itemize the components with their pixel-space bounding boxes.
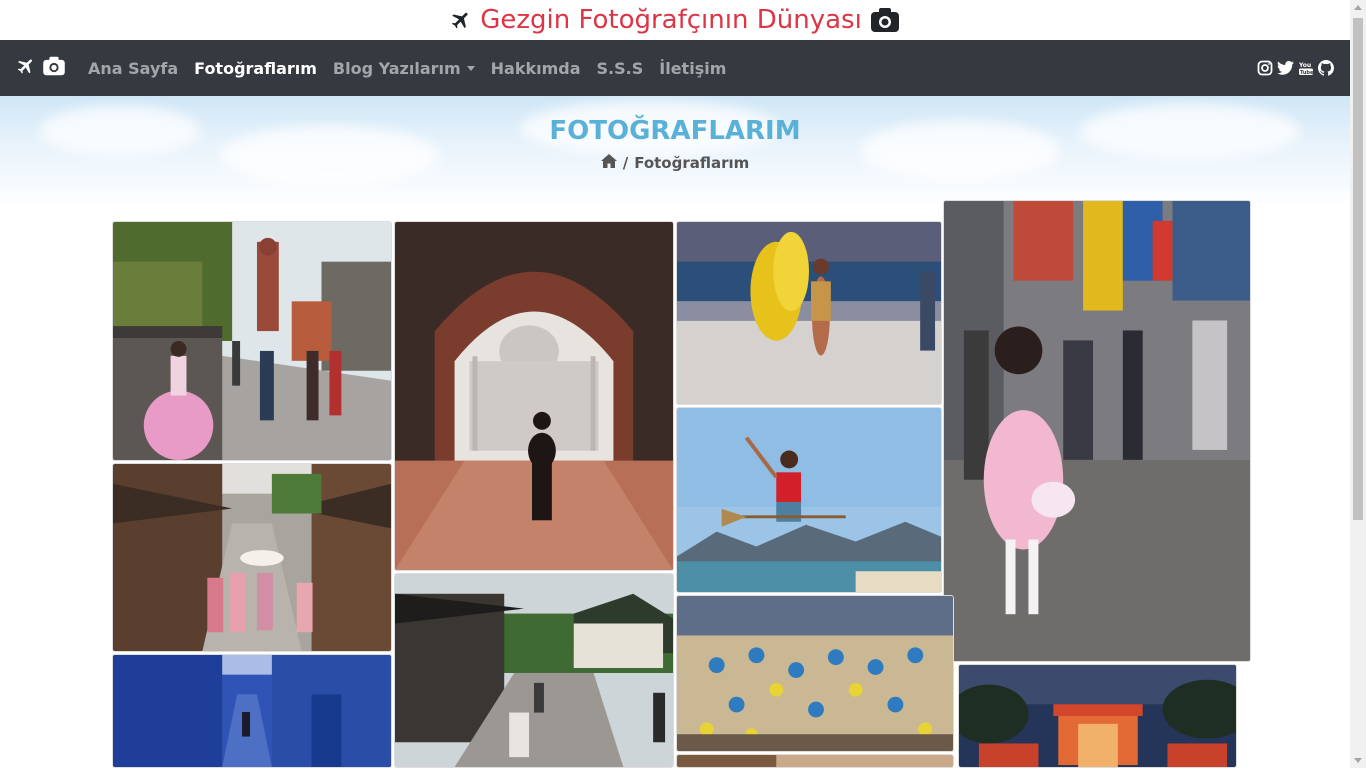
nav-item-faq[interactable]: S.S.S bbox=[589, 59, 652, 78]
svg-text:You: You bbox=[1298, 62, 1311, 69]
korea-hanbok-street-photo[interactable] bbox=[112, 221, 392, 461]
kyoto-shrine-night-photo[interactable] bbox=[958, 664, 1237, 768]
twitter-icon[interactable] bbox=[1277, 60, 1294, 76]
breadcrumb-separator: / bbox=[622, 154, 629, 172]
nav-item-contact[interactable]: İletişim bbox=[651, 59, 734, 78]
camera-icon bbox=[42, 56, 66, 81]
nav-label: Ana Sayfa bbox=[88, 58, 179, 78]
nav-label: Hakkımda bbox=[490, 58, 581, 78]
carnival-parade-crowd-photo[interactable] bbox=[676, 595, 954, 752]
svg-text:Tube: Tube bbox=[1300, 70, 1314, 76]
main-navbar: Ana Sayfa Fotoğraflarım Blog Yazılarım H… bbox=[0, 40, 1350, 96]
site-title[interactable]: Gezgin Fotoğrafçının Dünyası bbox=[480, 5, 862, 35]
github-icon[interactable] bbox=[1318, 60, 1334, 76]
nav-item-home[interactable]: Ana Sayfa bbox=[80, 59, 186, 78]
youtube-icon[interactable]: You Tube bbox=[1298, 60, 1314, 76]
vertical-scrollbar[interactable] bbox=[1350, 0, 1366, 768]
plane-icon bbox=[16, 56, 36, 81]
kyoto-temple-photo[interactable] bbox=[394, 573, 674, 768]
home-icon[interactable] bbox=[600, 154, 617, 172]
nav-label: Fotoğraflarım bbox=[194, 58, 317, 78]
page-title: FOTOĞRAFLARIM bbox=[549, 116, 801, 146]
instagram-icon[interactable] bbox=[1257, 60, 1273, 76]
beach-broom-jump-photo[interactable] bbox=[676, 407, 942, 593]
breadcrumb-current: Fotoğraflarım bbox=[634, 154, 750, 172]
nav-item-blog-dropdown[interactable]: Blog Yazılarım bbox=[325, 59, 483, 78]
tokyo-street-girl-photo[interactable] bbox=[943, 200, 1251, 662]
nav-label: S.S.S bbox=[596, 58, 644, 78]
plane-icon bbox=[450, 9, 472, 31]
gallery-photo-partial[interactable] bbox=[676, 754, 954, 768]
nav-label: Blog Yazılarım bbox=[332, 58, 461, 78]
scroll-up-icon[interactable] bbox=[1354, 5, 1362, 10]
scroll-down-icon[interactable] bbox=[1354, 758, 1362, 763]
page-header-band bbox=[0, 96, 1350, 206]
nav-item-photos[interactable]: Fotoğraflarım bbox=[186, 59, 325, 78]
scrollbar-thumb[interactable] bbox=[1353, 18, 1363, 520]
nav-item-about[interactable]: Hakkımda bbox=[483, 59, 589, 78]
taj-mahal-arch-photo[interactable] bbox=[394, 221, 674, 571]
social-links: You Tube bbox=[1257, 60, 1334, 76]
caret-down-icon bbox=[466, 65, 475, 71]
site-header: Gezgin Fotoğrafçının Dünyası bbox=[0, 0, 1350, 40]
samba-carnival-dancer-photo[interactable] bbox=[676, 221, 942, 405]
kyoto-old-street-photo[interactable] bbox=[112, 463, 392, 652]
camera-icon bbox=[870, 7, 900, 33]
breadcrumb: / Fotoğraflarım bbox=[0, 154, 1350, 172]
chefchaouen-blue-alley-photo[interactable] bbox=[112, 654, 392, 768]
nav-label: İletişim bbox=[659, 58, 727, 78]
navbar-brand[interactable] bbox=[16, 56, 66, 81]
